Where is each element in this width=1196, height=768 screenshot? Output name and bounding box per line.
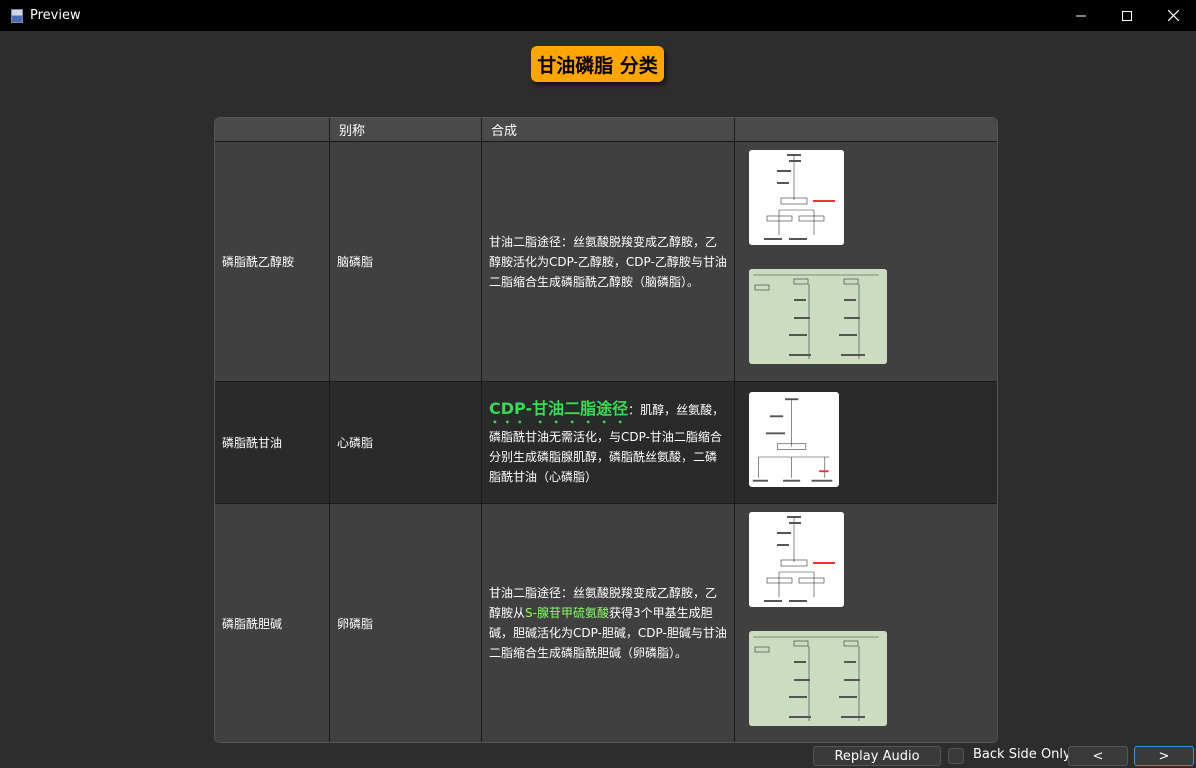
classification-table: 别称 合成 磷脂酰乙醇胺 脑磷脂 甘油二脂途径：丝氨酸脱羧变成乙醇胺，乙醇胺活化… xyxy=(214,117,998,743)
image-cell xyxy=(735,504,997,742)
lipid-alias: 卵磷脂 xyxy=(330,504,482,742)
pathway-diagram-image xyxy=(749,392,839,487)
bottom-toolbar: Replay Audio Back Side Only < > xyxy=(0,743,1196,768)
synthesis-text: 甘油二脂途径：丝氨酸脱羧变成乙醇胺，乙醇胺活化为CDP-乙醇胺，CDP-乙醇胺与… xyxy=(482,142,735,382)
app-icon xyxy=(11,8,23,23)
maximize-icon xyxy=(1122,10,1132,21)
back-side-only-label: Back Side Only xyxy=(973,747,1071,762)
image-cell xyxy=(735,142,997,382)
pathway-diagram-image xyxy=(749,150,844,245)
window-title: Preview xyxy=(30,8,81,23)
lipid-alias: 脑磷脂 xyxy=(330,142,482,382)
card-heading: 甘油磷脂 分类 xyxy=(531,46,664,82)
back-side-only-checkbox[interactable] xyxy=(948,748,964,764)
pathway-diagram-green-image xyxy=(749,269,887,364)
minimize-icon xyxy=(1076,15,1086,16)
table-row: 磷脂酰乙醇胺 脑磷脂 甘油二脂途径：丝氨酸脱羧变成乙醇胺，乙醇胺活化为CDP-乙… xyxy=(215,142,997,382)
lipid-name: 磷脂酰乙醇胺 xyxy=(215,142,330,382)
table-row: 磷脂酰甘油 心磷脂 CDP-甘油二脂途径：肌醇，丝氨酸，磷脂酰甘油无需活化，与C… xyxy=(215,382,997,504)
pathway-diagram-green-image xyxy=(749,631,887,726)
table-header-alias: 别称 xyxy=(330,118,482,142)
synthesis-text: 甘油二脂途径：丝氨酸脱羧变成乙醇胺，乙醇胺从S-腺苷甲硫氨酸获得3个甲基生成胆碱… xyxy=(482,504,735,742)
table-row: 磷脂酰胆碱 卵磷脂 甘油二脂途径：丝氨酸脱羧变成乙醇胺，乙醇胺从S-腺苷甲硫氨酸… xyxy=(215,504,997,742)
lipid-alias: 心磷脂 xyxy=(330,382,482,504)
lipid-name: 磷脂酰甘油 xyxy=(215,382,330,504)
close-button[interactable] xyxy=(1150,0,1196,31)
next-button[interactable]: > xyxy=(1134,746,1194,766)
window-title-bar: Preview xyxy=(0,0,1196,31)
pathway-diagram-image xyxy=(749,512,844,607)
card-content: 甘油磷脂 分类 别称 合成 磷脂酰乙醇胺 脑磷脂 甘油二脂途径：丝氨酸脱羧变成乙… xyxy=(0,31,1196,743)
maximize-button[interactable] xyxy=(1104,0,1150,31)
table-header xyxy=(215,118,330,142)
minimize-button[interactable] xyxy=(1058,0,1104,31)
synthesis-text: CDP-甘油二脂途径：肌醇，丝氨酸，磷脂酰甘油无需活化，与CDP-甘油二脂缩合分… xyxy=(482,382,735,504)
table-header-images xyxy=(735,118,997,142)
close-icon xyxy=(1167,10,1179,21)
table-header-synthesis: 合成 xyxy=(482,118,735,142)
synthesis-highlight: S-腺苷甲硫氨酸 xyxy=(525,606,609,620)
lipid-name: 磷脂酰胆碱 xyxy=(215,504,330,742)
synthesis-highlight: CDP-甘油二脂途径 xyxy=(489,398,629,418)
image-cell xyxy=(735,382,997,504)
previous-button[interactable]: < xyxy=(1068,746,1128,766)
replay-audio-button[interactable]: Replay Audio xyxy=(813,746,941,766)
